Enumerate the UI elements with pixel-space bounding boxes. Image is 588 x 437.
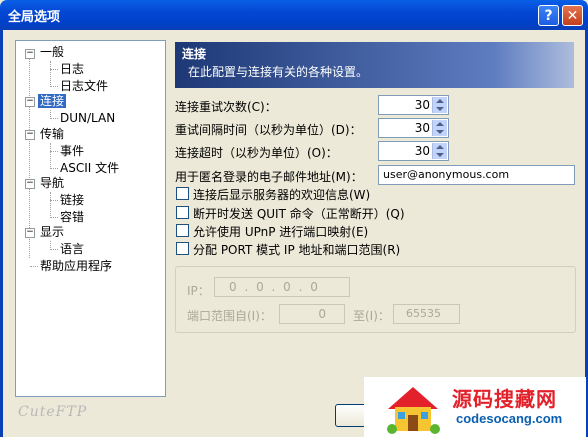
tree-item-label: 语言: [60, 242, 85, 256]
tree-item-events[interactable]: 事件: [60, 143, 84, 159]
tree-item-display[interactable]: 显示: [40, 224, 64, 240]
tree-item-label: 导航: [40, 176, 65, 190]
options-tree[interactable]: − 一般 日志 日志文件 − 连接 DUN/LAN − 传输 事件 ASCII …: [15, 40, 166, 397]
port-range-to-field[interactable]: 65535: [393, 304, 460, 324]
tree-connector: [50, 249, 58, 250]
tree-item-language[interactable]: 语言: [60, 241, 84, 257]
tree-item-label: 事件: [60, 144, 85, 158]
tree-item-label: 显示: [40, 225, 65, 239]
send-quit-label[interactable]: 断开时发送 QUIT 命令（正常断开）(Q): [193, 205, 405, 222]
tree-connector: [50, 151, 58, 152]
tree-item-label: ASCII 文件: [60, 161, 120, 175]
tree-item-log-file[interactable]: 日志文件: [60, 78, 108, 94]
collapse-icon[interactable]: −: [25, 179, 35, 189]
tree-connector: [50, 168, 58, 169]
spinner-arrows-icon[interactable]: [432, 143, 447, 159]
tree-item-label: 日志: [60, 62, 85, 76]
port-range-to-label: 至(I)：: [353, 309, 390, 323]
spinner-arrows-icon[interactable]: [432, 97, 447, 113]
welcome-msg-label[interactable]: 连接后显示服务器的欢迎信息(W): [193, 186, 370, 203]
upnp-label[interactable]: 允许使用 UPnP 进行端口映射(E): [193, 223, 368, 240]
tree-connector: [50, 69, 58, 70]
tree-item-label: DUN/LAN: [60, 111, 116, 125]
spinner-arrows-icon[interactable]: [432, 120, 447, 136]
tree-item-dun-lan[interactable]: DUN/LAN: [60, 110, 115, 126]
port-range-from-label: 端口范围自(I)：: [187, 309, 272, 323]
collapse-icon[interactable]: −: [25, 97, 35, 107]
section-header: 连接 在此配置与连接有关的各种设置。: [175, 42, 574, 88]
tree-connector: [50, 200, 58, 201]
tree-item-label: 一般: [40, 45, 65, 59]
tree-item-label: 传输: [40, 127, 65, 141]
tree-item-helper-apps[interactable]: 帮助应用程序: [40, 258, 112, 274]
tree-connector: [50, 86, 58, 87]
tree-connector: [50, 143, 51, 169]
tree-item-fault-tolerance[interactable]: 容错: [60, 209, 84, 225]
collapse-icon[interactable]: −: [25, 49, 35, 59]
watermark-title: 源码搜藏网: [452, 387, 557, 411]
retry-count-spinner[interactable]: 30: [378, 95, 449, 115]
retry-count-label: 连接重试次数(C)：: [175, 100, 277, 114]
timeout-spinner[interactable]: 30: [378, 141, 449, 161]
tree-item-log[interactable]: 日志: [60, 61, 84, 77]
section-subtitle: 在此配置与连接有关的各种设置。: [188, 65, 369, 79]
tree-item-connection[interactable]: 连接: [38, 93, 67, 109]
close-button[interactable]: ✕: [562, 5, 583, 26]
email-field[interactable]: user@anonymous.com: [378, 165, 575, 185]
welcome-msg-checkbox[interactable]: [176, 187, 189, 200]
timeout-label: 连接超时（以秒为单位）(O)：: [175, 146, 338, 160]
upnp-checkbox[interactable]: [176, 224, 189, 237]
port-mode-checkbox[interactable]: [176, 242, 189, 255]
ip-address-field[interactable]: 0 . 0 . 0 . 0: [214, 277, 350, 297]
port-range-from-field[interactable]: 0: [279, 304, 345, 324]
tree-connector: [50, 118, 58, 119]
ip-label: IP：: [187, 284, 210, 298]
tree-item-label: 链接: [60, 193, 85, 207]
tree-item-transfer[interactable]: 传输: [40, 126, 64, 142]
retry-count-value: 30: [414, 98, 430, 112]
email-label: 用于匿名登录的电子邮件地址(M)：: [175, 170, 363, 184]
retry-interval-value: 30: [414, 121, 430, 135]
tree-item-label: 帮助应用程序: [40, 259, 113, 273]
brand-logo: CuteFTP: [18, 404, 88, 420]
tree-item-ascii-files[interactable]: ASCII 文件: [60, 160, 119, 176]
help-button[interactable]: ?: [538, 5, 559, 26]
collapse-icon[interactable]: −: [25, 228, 35, 238]
retry-interval-label: 重试间隔时间（以秒为单位）(D)：: [175, 123, 362, 137]
timeout-value: 30: [414, 144, 430, 158]
send-quit-checkbox[interactable]: [176, 206, 189, 219]
tree-connector: [50, 61, 51, 87]
tree-item-label: 连接: [38, 94, 67, 108]
tree-item-links[interactable]: 链接: [60, 192, 84, 208]
watermark-url: codesocang.com: [456, 411, 563, 426]
tree-item-label: 日志文件: [60, 79, 109, 93]
window-title: 全局选项: [8, 10, 61, 25]
tree-connector: [50, 217, 58, 218]
tree-item-label: 容错: [60, 210, 85, 224]
tree-item-navigation[interactable]: 导航: [40, 175, 64, 191]
watermark-banner: 源码搜藏网 codesocang.com: [364, 377, 586, 437]
tree-connector: [30, 266, 38, 267]
tree-item-general[interactable]: 一般: [40, 44, 64, 60]
title-bar: 全局选项 ? ✕: [0, 0, 588, 30]
house-logo-icon: [387, 387, 440, 434]
retry-interval-spinner[interactable]: 30: [378, 118, 449, 138]
tree-connector: [50, 192, 51, 218]
section-title: 连接: [182, 47, 207, 61]
collapse-icon[interactable]: −: [25, 130, 35, 140]
port-mode-label[interactable]: 分配 PORT 模式 IP 地址和端口范围(R): [193, 241, 400, 258]
